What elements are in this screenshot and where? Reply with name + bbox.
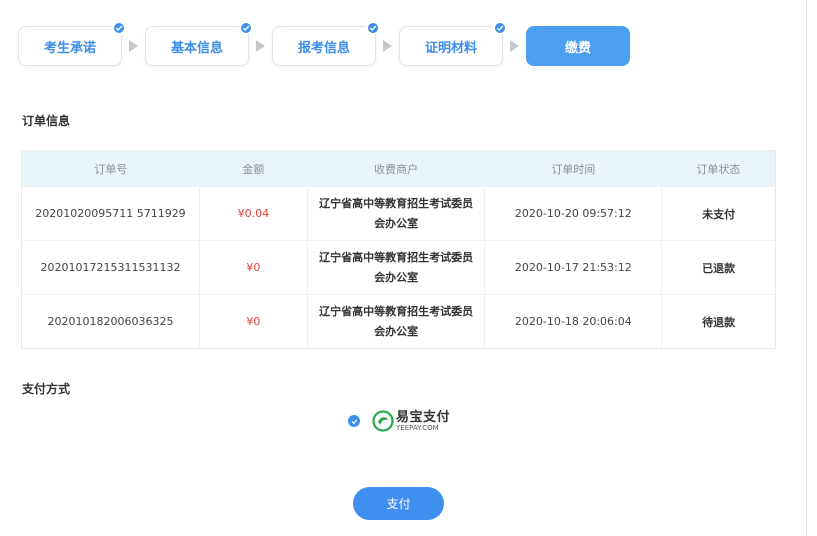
order-no-cell: 202010182006036325: [21, 294, 200, 349]
check-icon: [239, 21, 253, 35]
radio-check-icon[interactable]: [348, 415, 360, 427]
merchant-cell: 辽宁省高中等教育招生考试委员会办公室: [306, 186, 485, 241]
step-arrow-icon: [129, 40, 138, 52]
step-label: 报考信息: [297, 40, 350, 56]
status-cell: 未支付: [661, 186, 776, 241]
amount-cell: ¥0: [198, 240, 308, 295]
col-amount: 金额: [199, 150, 308, 187]
pay-button[interactable]: 支付: [353, 487, 444, 520]
yeepay-logo-cn: 易宝支付: [396, 409, 451, 425]
merchant-cell: 辽宁省高中等教育招生考试委员会办公室: [306, 294, 485, 349]
time-cell: 2020-10-20 09:57:12: [484, 186, 662, 241]
col-merchant: 收费商户: [307, 150, 485, 187]
order-no-cell: 20201020095711 5711929: [21, 186, 200, 241]
step-arrow-icon: [383, 40, 392, 52]
yeepay-logo: 易宝支付 YEEPAY.COM: [372, 410, 450, 432]
payment-section-title: 支付方式: [22, 382, 71, 396]
step-label: 缴费: [564, 40, 591, 56]
order-no-cell: 20201017215311531132: [21, 240, 200, 295]
yeepay-logo-en: YEEPAY.COM: [396, 423, 439, 432]
step-payment[interactable]: 缴费: [526, 26, 630, 66]
step-basic-info[interactable]: 基本信息: [145, 21, 253, 66]
time-cell: 2020-10-18 20:06:04: [484, 294, 662, 349]
table-row: 20201020095711 5711929 ¥0.04 辽宁省高中等教育招生考…: [21, 186, 776, 241]
step-documents[interactable]: 证明材料: [399, 21, 507, 66]
yeepay-logo-icon: [372, 410, 394, 432]
step-label: 考生承诺: [43, 40, 96, 56]
table-row: 202010182006036325 ¥0 辽宁省高中等教育招生考试委员会办公室…: [21, 294, 776, 349]
order-table: 订单号 金额 收费商户 订单时间 订单状态 20201020095711 571…: [21, 150, 776, 349]
time-cell: 2020-10-17 21:53:12: [484, 240, 662, 295]
order-section-title: 订单信息: [22, 114, 71, 128]
check-icon: [493, 21, 507, 35]
status-cell: 待退款: [661, 294, 776, 349]
check-icon: [366, 21, 380, 35]
amount-cell: ¥0: [198, 294, 308, 349]
col-status: 订单状态: [661, 150, 776, 187]
amount-cell: ¥0.04: [198, 186, 308, 241]
check-icon: [112, 21, 126, 35]
step-arrow-icon: [256, 40, 265, 52]
col-order-no: 订单号: [21, 150, 200, 187]
status-cell: 已退款: [661, 240, 776, 295]
merchant-cell: 辽宁省高中等教育招生考试委员会办公室: [306, 240, 485, 295]
table-row: 20201017215311531132 ¥0 辽宁省高中等教育招生考试委员会办…: [21, 240, 776, 295]
step-exam-info[interactable]: 报考信息: [272, 21, 380, 66]
step-label: 基本信息: [170, 40, 223, 56]
right-divider: [806, 0, 807, 536]
step-label: 证明材料: [424, 40, 477, 56]
step-arrow-icon: [510, 40, 519, 52]
payment-option-yeepay[interactable]: 易宝支付 YEEPAY.COM: [348, 410, 450, 432]
col-time: 订单时间: [484, 150, 662, 187]
step-pledge[interactable]: 考生承诺: [18, 21, 126, 66]
table-header-row: 订单号 金额 收费商户 订单时间 订单状态: [21, 150, 776, 187]
